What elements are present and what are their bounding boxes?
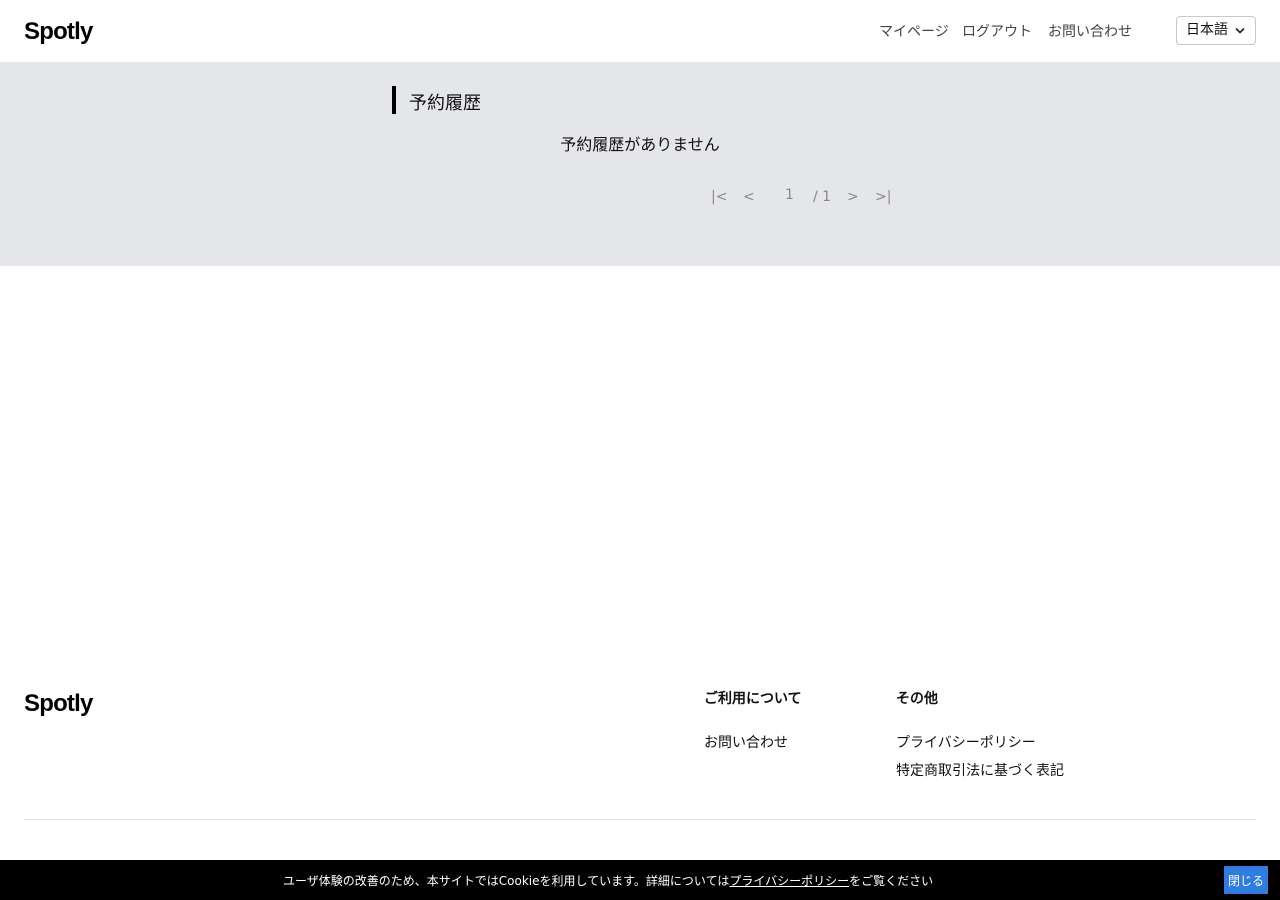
language-select[interactable]: 日本語 [1176, 16, 1256, 45]
cookie-privacy-link[interactable]: プライバシーポリシー [729, 874, 849, 888]
footer-heading-other: その他 [896, 691, 938, 707]
nav-mypage-link[interactable]: マイページ [879, 21, 949, 41]
chevron-down-icon [1235, 28, 1245, 34]
nav-logout-link[interactable]: ログアウト [962, 21, 1032, 41]
empty-message: 予約履歴がありません [560, 135, 720, 154]
footer-logo[interactable]: Spotly [24, 690, 93, 718]
cookie-close-button[interactable]: 閉じる [1224, 866, 1268, 894]
footer-link-contact[interactable]: お問い合わせ [704, 732, 788, 752]
site-header: Spotly マイページ ログアウト お問い合わせ 日本語 [0, 0, 1280, 62]
footer-divider [24, 819, 1256, 820]
pagination-next-button[interactable]: > [847, 189, 859, 205]
page-title: 予約履歴 [409, 93, 481, 114]
cookie-banner: ユーザ体験の改善のため、本サイトではCookieを利用しています。詳細については… [0, 860, 1280, 900]
footer-heading-usage: ご利用について [704, 691, 802, 707]
pagination-last-button[interactable]: >| [875, 189, 891, 205]
nav-contact-link[interactable]: お問い合わせ [1048, 21, 1132, 41]
pagination-total-pages: / 1 [813, 189, 832, 205]
pagination-prev-button[interactable]: < [743, 189, 755, 205]
footer-link-privacy[interactable]: プライバシーポリシー [896, 732, 1036, 752]
title-accent-bar [392, 86, 396, 114]
footer-link-tokushoho[interactable]: 特定商取引法に基づく表記 [896, 760, 1064, 780]
language-selected-value: 日本語 [1186, 22, 1228, 38]
cookie-text-before: ユーザ体験の改善のため、本サイトではCookieを利用しています。詳細については [283, 874, 730, 888]
cookie-text-after: をご覧ください [849, 874, 934, 888]
site-logo[interactable]: Spotly [24, 18, 93, 46]
cookie-message: ユーザ体験の改善のため、本サイトではCookieを利用しています。詳細については… [283, 872, 933, 889]
reservation-history-section: 予約履歴 予約履歴がありません |< < 1 / 1 > >| [0, 62, 1280, 266]
pagination-current-page[interactable]: 1 [785, 187, 794, 203]
pagination-first-button[interactable]: |< [711, 189, 727, 205]
